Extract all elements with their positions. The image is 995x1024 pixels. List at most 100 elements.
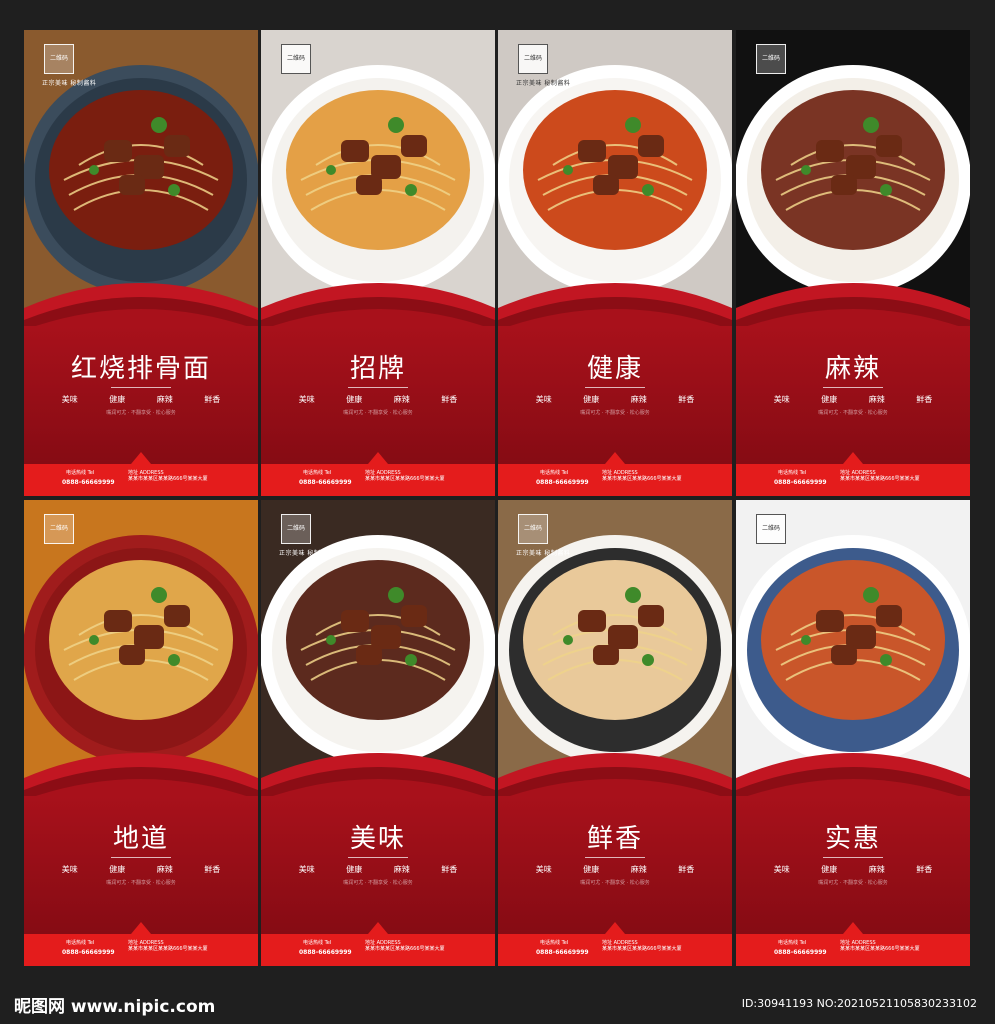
tag: 麻辣 bbox=[393, 395, 410, 404]
tag: 鲜香 bbox=[678, 395, 695, 404]
description-line: 嘴润可尤 · 不翻享受 · 松心服务 bbox=[580, 410, 650, 416]
contact-label: 电话热线 Tel bbox=[66, 470, 95, 476]
poster-title: 鲜香 bbox=[586, 824, 643, 854]
title-divider bbox=[111, 857, 171, 858]
address-block: 地址 ADDRESS 某某市某某区某某路666号某某大厦 bbox=[128, 470, 248, 482]
contact-label: 电话热线 Tel bbox=[778, 470, 807, 476]
poster-title: 红烧排骨面 bbox=[70, 354, 211, 384]
qr-code-placeholder: 二维码 bbox=[756, 44, 786, 74]
poster-title: 地道 bbox=[112, 824, 169, 854]
description-line: 嘴润可尤 · 不翻享受 · 松心服务 bbox=[343, 880, 413, 886]
contact-label: 电话热线 Tel bbox=[303, 470, 332, 476]
tag: 鲜香 bbox=[204, 865, 221, 874]
footer-logo[interactable]: 昵图网 www.nipic.com bbox=[14, 992, 215, 1017]
tag: 美味 bbox=[773, 395, 790, 404]
slogan: 正宗美味 秘制酱料 bbox=[516, 550, 571, 557]
tag: 健康 bbox=[821, 395, 838, 404]
phone-number: 0888-66669999 bbox=[536, 949, 589, 956]
title-divider bbox=[823, 387, 883, 388]
poster-grid: 二维码 正宗美味 秘制酱料 红烧排骨面 美味 健康 麻辣 鲜香 嘴润可尤 · 不… bbox=[24, 30, 970, 966]
tag: 麻辣 bbox=[630, 865, 647, 874]
address-text: 某某市某某区某某路666号某某大厦 bbox=[128, 946, 208, 952]
address-block: 地址 ADDRESS 某某市某某区某某路666号某某大厦 bbox=[840, 940, 960, 952]
poster-title: 实惠 bbox=[824, 824, 881, 854]
phone-number: 0888-66669999 bbox=[62, 949, 115, 956]
qr-code-placeholder: 二维码 bbox=[756, 514, 786, 544]
tag: 美味 bbox=[773, 865, 790, 874]
bar-triangle bbox=[605, 452, 625, 464]
address-block: 地址 ADDRESS 某某市某某区某某路666号某某大厦 bbox=[602, 470, 722, 482]
bar-triangle bbox=[131, 922, 151, 934]
tag: 鲜香 bbox=[678, 865, 695, 874]
poster-card[interactable]: 二维码 麻辣 美味 健康 麻辣 鲜香 嘴润可尤 · 不翻享受 · 松心服务 电话… bbox=[736, 30, 970, 496]
poster-card[interactable]: 二维码 实惠 美味 健康 麻辣 鲜香 嘴润可尤 · 不翻享受 · 松心服务 电话… bbox=[736, 500, 970, 966]
tag: 麻辣 bbox=[868, 865, 885, 874]
tag: 鲜香 bbox=[204, 395, 221, 404]
tag-row: 美味 健康 麻辣 鲜香 bbox=[498, 864, 732, 875]
tag: 麻辣 bbox=[630, 395, 647, 404]
tag: 鲜香 bbox=[916, 395, 933, 404]
address-text: 某某市某某区某某路666号某某大厦 bbox=[365, 476, 445, 482]
poster-title: 美味 bbox=[349, 824, 406, 854]
contact-label: 电话热线 Tel bbox=[778, 940, 807, 946]
slogan: 正宗美味 秘制酱料 bbox=[42, 80, 97, 87]
address-block: 地址 ADDRESS 某某市某某区某某路666号某某大厦 bbox=[602, 940, 722, 952]
tag: 鲜香 bbox=[441, 395, 458, 404]
title-divider bbox=[585, 857, 645, 858]
tag-row: 美味 健康 麻辣 鲜香 bbox=[24, 394, 258, 405]
qr-code-placeholder: 二维码 bbox=[44, 514, 74, 544]
tag: 健康 bbox=[583, 865, 600, 874]
bar-triangle bbox=[843, 452, 863, 464]
address-text: 某某市某某区某某路666号某某大厦 bbox=[602, 946, 682, 952]
description-line: 嘴润可尤 · 不翻享受 · 松心服务 bbox=[818, 880, 888, 886]
tag: 美味 bbox=[535, 395, 552, 404]
phone-number: 0888-66669999 bbox=[299, 949, 352, 956]
address-block: 地址 ADDRESS 某某市某某区某某路666号某某大厦 bbox=[365, 940, 485, 952]
tag-row: 美味 健康 麻辣 鲜香 bbox=[24, 864, 258, 875]
tag: 美味 bbox=[61, 395, 78, 404]
address-text: 某某市某某区某某路666号某某大厦 bbox=[128, 476, 208, 482]
poster-title: 麻辣 bbox=[824, 354, 881, 384]
tag: 健康 bbox=[346, 395, 363, 404]
qr-code-placeholder: 二维码 bbox=[518, 44, 548, 74]
address-block: 地址 ADDRESS 某某市某某区某某路666号某某大厦 bbox=[128, 940, 248, 952]
tag: 健康 bbox=[821, 865, 838, 874]
slogan: 正宗美味 秘制酱料 bbox=[279, 550, 334, 557]
qr-code-placeholder: 二维码 bbox=[281, 514, 311, 544]
tag: 美味 bbox=[298, 395, 315, 404]
tag: 健康 bbox=[109, 395, 126, 404]
tag-row: 美味 健康 麻辣 鲜香 bbox=[498, 394, 732, 405]
poster-card[interactable]: 二维码 正宗美味 秘制酱料 鲜香 美味 健康 麻辣 鲜香 嘴润可尤 · 不翻享受… bbox=[498, 500, 732, 966]
poster-card[interactable]: 二维码 正宗美味 秘制酱料 美味 美味 健康 麻辣 鲜香 嘴润可尤 · 不翻享受… bbox=[261, 500, 495, 966]
contact-label: 电话热线 Tel bbox=[303, 940, 332, 946]
qr-code-placeholder: 二维码 bbox=[281, 44, 311, 74]
address-text: 某某市某某区某某路666号某某大厦 bbox=[365, 946, 445, 952]
poster-card[interactable]: 二维码 招牌 美味 健康 麻辣 鲜香 嘴润可尤 · 不翻享受 · 松心服务 电话… bbox=[261, 30, 495, 496]
address-text: 某某市某某区某某路666号某某大厦 bbox=[602, 476, 682, 482]
tag-row: 美味 健康 麻辣 鲜香 bbox=[261, 394, 495, 405]
tag-row: 美味 健康 麻辣 鲜香 bbox=[261, 864, 495, 875]
phone-number: 0888-66669999 bbox=[62, 479, 115, 486]
tag-row: 美味 健康 麻辣 鲜香 bbox=[736, 394, 970, 405]
poster-card[interactable]: 二维码 正宗美味 秘制酱料 红烧排骨面 美味 健康 麻辣 鲜香 嘴润可尤 · 不… bbox=[24, 30, 258, 496]
tag: 美味 bbox=[298, 865, 315, 874]
title-divider bbox=[111, 387, 171, 388]
address-text: 某某市某某区某某路666号某某大厦 bbox=[840, 946, 920, 952]
bar-triangle bbox=[368, 922, 388, 934]
title-divider bbox=[348, 387, 408, 388]
bar-triangle bbox=[368, 452, 388, 464]
phone-number: 0888-66669999 bbox=[536, 479, 589, 486]
qr-code-placeholder: 二维码 bbox=[44, 44, 74, 74]
poster-card[interactable]: 二维码 地道 美味 健康 麻辣 鲜香 嘴润可尤 · 不翻享受 · 松心服务 电话… bbox=[24, 500, 258, 966]
tag: 麻辣 bbox=[393, 865, 410, 874]
phone-number: 0888-66669999 bbox=[774, 479, 827, 486]
bar-triangle bbox=[605, 922, 625, 934]
poster-card[interactable]: 二维码 正宗美味 秘制酱料 健康 美味 健康 麻辣 鲜香 嘴润可尤 · 不翻享受… bbox=[498, 30, 732, 496]
footer-id: ID:30941193 NO:20210521105830233102 bbox=[741, 997, 977, 1010]
tag: 美味 bbox=[535, 865, 552, 874]
bar-triangle bbox=[843, 922, 863, 934]
tag: 美味 bbox=[61, 865, 78, 874]
tag: 麻辣 bbox=[868, 395, 885, 404]
tag: 麻辣 bbox=[156, 395, 173, 404]
description-line: 嘴润可尤 · 不翻享受 · 松心服务 bbox=[580, 880, 650, 886]
